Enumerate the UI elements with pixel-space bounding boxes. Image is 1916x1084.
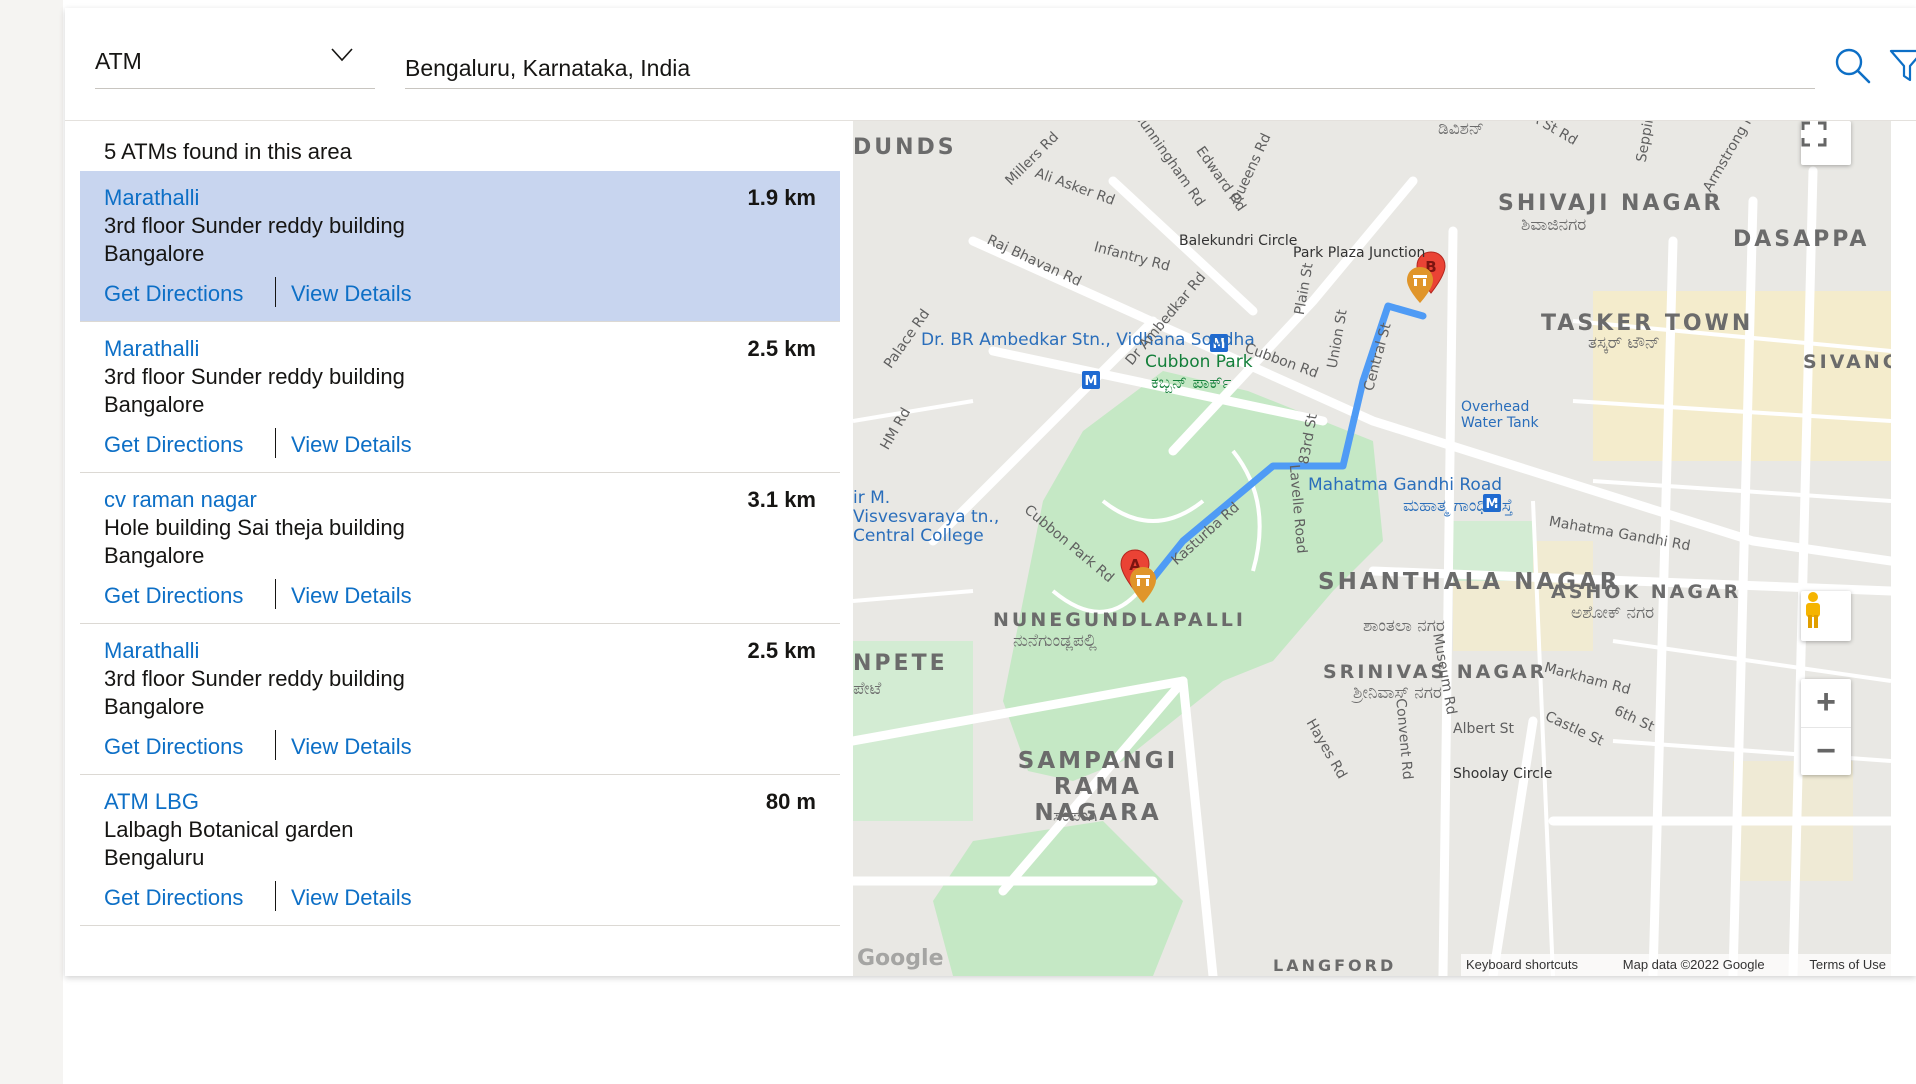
result-item[interactable]: cv raman nagar 3.1 km Hole building Sai … xyxy=(80,473,840,624)
atm-address-line1: Hole building Sai theja building xyxy=(104,515,405,540)
get-directions-link[interactable]: Get Directions xyxy=(104,583,243,609)
left-strip xyxy=(0,0,63,1084)
zoom-controls: + − xyxy=(1801,679,1851,775)
atm-type-select[interactable]: ATM xyxy=(95,34,375,89)
results-count: 5 ATMs found in this area xyxy=(104,139,352,164)
view-details-link[interactable]: View Details xyxy=(291,734,412,760)
area-label: DUNDS xyxy=(853,135,957,160)
view-details-link[interactable]: View Details xyxy=(291,281,412,307)
zoom-in-button[interactable]: + xyxy=(1801,679,1851,728)
area-label: NPETE xyxy=(853,651,948,676)
map-attribution-bar: Keyboard shortcuts Map data ©2022 Google… xyxy=(1461,954,1891,976)
junction-label: Park Plaza Junction xyxy=(1293,245,1426,261)
get-directions-link[interactable]: Get Directions xyxy=(104,432,243,458)
atm-type-value: ATM xyxy=(95,48,142,74)
svg-text:M: M xyxy=(1085,374,1098,389)
atm-address-line1: 3rd floor Sunder reddy building xyxy=(104,666,405,691)
result-item[interactable]: Marathalli 2.5 km 3rd floor Sunder reddy… xyxy=(80,322,840,473)
area-label-kannada: ಡಿವಿಶನ್ xyxy=(1438,121,1484,139)
area-label-kannada: ಶಿವಾಜಿನಗರ xyxy=(1521,215,1587,235)
poi-mg-road-station[interactable]: Mahatma Gandhi Road xyxy=(1308,476,1502,495)
atm-name-link[interactable]: ATM LBG xyxy=(104,789,199,815)
zoom-out-button[interactable]: − xyxy=(1801,728,1851,776)
fullscreen-button[interactable] xyxy=(1801,121,1851,165)
pegman-icon xyxy=(1806,592,1820,628)
atm-name-link[interactable]: cv raman nagar xyxy=(104,487,257,513)
chevron-down-icon xyxy=(331,48,353,62)
area-label-kannada: ಶಾಂತಲಾ ನಗರ xyxy=(1363,616,1445,636)
result-item[interactable]: ATM LBG 80 m Lalbagh Botanical garden Be… xyxy=(80,775,840,926)
atm-distance: 2.5 km xyxy=(747,638,817,663)
area-label: DASAPPA xyxy=(1733,227,1870,252)
atm-distance: 1.9 km xyxy=(747,185,817,210)
area-label-kannada: ಅಶೋಕ್ ನಗರ xyxy=(1571,603,1655,623)
link-divider xyxy=(275,428,276,458)
area-label-kannada: ಸಂಪಂಗಿ xyxy=(1053,806,1098,826)
atm-address-line2: Bangalore xyxy=(104,241,205,266)
atm-name-link[interactable]: Marathalli xyxy=(104,185,199,211)
search-header: ATM Bengaluru, Karnataka, India xyxy=(65,8,1916,121)
atm-name-link[interactable]: Marathalli xyxy=(104,638,199,664)
view-details-link[interactable]: View Details xyxy=(291,432,412,458)
get-directions-link[interactable]: Get Directions xyxy=(104,281,243,307)
keyboard-shortcuts-link[interactable]: Keyboard shortcuts xyxy=(1466,954,1578,976)
location-value: Bengaluru, Karnataka, India xyxy=(405,55,691,81)
area-label-kannada: ತಸ್ಕರ್ ಟೌನ್ xyxy=(1588,333,1660,353)
street-label: Albert St xyxy=(1453,721,1515,737)
poi-cubbon-park-kannada: ಕಬ್ಬನ್ ಪಾರ್ಕ್ xyxy=(1151,373,1232,393)
get-directions-link[interactable]: Get Directions xyxy=(104,734,243,760)
poi-cubbon-park[interactable]: Cubbon Park xyxy=(1145,353,1253,372)
street-view-pegman[interactable] xyxy=(1801,591,1851,641)
view-details-link[interactable]: View Details xyxy=(291,583,412,609)
get-directions-link[interactable]: Get Directions xyxy=(104,885,243,911)
bank-marker-icon xyxy=(1407,267,1433,303)
atm-distance: 80 m xyxy=(765,789,816,814)
area-label: SHIVAJI NAGAR xyxy=(1498,191,1724,216)
atm-name-link[interactable]: Marathalli xyxy=(104,336,199,362)
area-label-kannada: ನುನೆಗುಂಡ್ಲಪಲ್ಲಿ xyxy=(1013,631,1097,651)
junction-label: Balekundri Circle xyxy=(1179,233,1298,249)
atm-address-line2: Bengaluru xyxy=(104,845,205,870)
area-label: ASHOK NAGAR xyxy=(1551,581,1742,603)
link-divider xyxy=(275,579,276,609)
atm-address-line2: Bangalore xyxy=(104,543,205,568)
location-input[interactable]: Bengaluru, Karnataka, India xyxy=(405,34,1815,89)
area-label: SAMPANGI RAMA NAGARA xyxy=(1017,748,1179,826)
atm-locator-card: ATM Bengaluru, Karnataka, India 5 ATMs f… xyxy=(65,8,1916,976)
junction-label: Shoolay Circle xyxy=(1453,766,1553,782)
atm-address-line1: 3rd floor Sunder reddy building xyxy=(104,364,405,389)
result-item[interactable]: Marathalli 2.5 km 3rd floor Sunder reddy… xyxy=(80,624,840,775)
link-divider xyxy=(275,277,276,307)
atm-address-line1: 3rd floor Sunder reddy building xyxy=(104,213,405,238)
atm-address-line1: Lalbagh Botanical garden xyxy=(104,817,354,842)
link-divider xyxy=(275,730,276,760)
poi-mg-road-kannada: ಮಹಾತ್ಮ ಗಾಂಧಿ ರಸ್ತೆ xyxy=(1403,496,1513,516)
terms-of-use-link[interactable]: Terms of Use xyxy=(1809,954,1886,976)
map-data-credit: Map data ©2022 Google xyxy=(1622,957,1765,972)
map-view[interactable]: M M M A B DUNDS SHIVAJI NAGAR ಶಿವಾಜಿನಗರ … xyxy=(853,121,1891,976)
results-list: 5 ATMs found in this area Marathalli 1.9… xyxy=(65,121,853,976)
area-label: NUNEGUNDLAPALLI xyxy=(993,609,1246,631)
google-logo: Google xyxy=(857,946,944,971)
fullscreen-icon xyxy=(1801,121,1827,147)
area-label: LANGFORD xyxy=(1273,956,1397,975)
filter-icon[interactable] xyxy=(1887,46,1916,86)
poi-water-tank: Overhead Water Tank xyxy=(1461,399,1539,431)
atm-distance: 3.1 km xyxy=(747,487,817,512)
atm-address-line2: Bangalore xyxy=(104,694,205,719)
link-divider xyxy=(275,881,276,911)
view-details-link[interactable]: View Details xyxy=(291,885,412,911)
poi-visvesvaraya-station[interactable]: ir M. Visvesvaraya tn., Central College xyxy=(853,489,1003,546)
atm-distance: 2.5 km xyxy=(747,336,817,361)
atm-address-line2: Bangalore xyxy=(104,392,205,417)
bank-marker-icon xyxy=(1130,567,1156,603)
poi-ambedkar-station[interactable]: Dr. BR Ambedkar Stn., Vidhana Soudha xyxy=(921,331,1255,350)
result-item[interactable]: Marathalli 1.9 km 3rd floor Sunder reddy… xyxy=(80,171,840,322)
search-icon[interactable] xyxy=(1833,46,1873,86)
area-label: SIVANC GARD xyxy=(1803,351,1891,373)
area-label-kannada: ಪೇಟೆ xyxy=(853,679,882,699)
